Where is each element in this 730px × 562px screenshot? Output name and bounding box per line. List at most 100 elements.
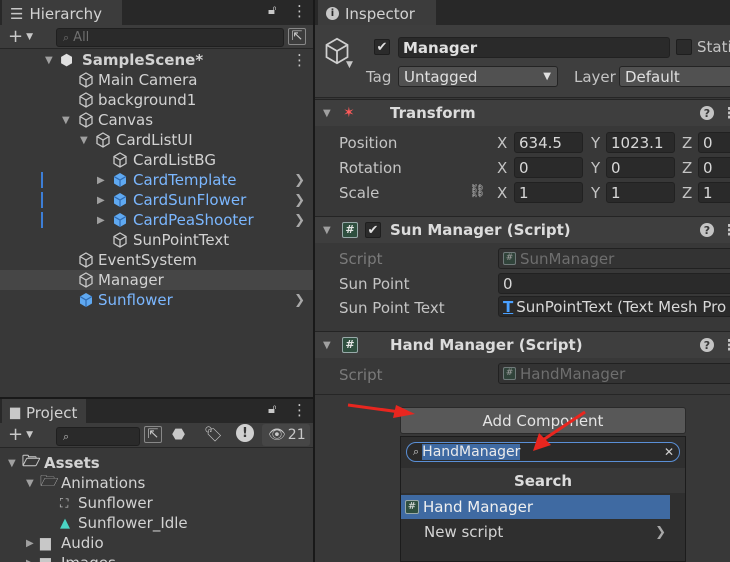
chevron-right-icon[interactable]: ❯ [294,173,305,188]
transform-header[interactable]: ▼ ✶ Transform ? ⋮ [315,99,730,126]
expand-arrow-icon[interactable]: ▼ [26,478,34,489]
rotation-x-field[interactable]: 0 [514,157,583,178]
help-icon[interactable]: ? [700,338,714,352]
layer-label: Layer [574,68,616,86]
scene-row[interactable]: ▼ ⬢ SampleScene* ⋮ [0,50,313,70]
position-z-field[interactable]: 0 [698,132,730,153]
popup-scrollbar[interactable] [671,495,685,561]
label-tag-icon[interactable]: 🏷︎ [204,425,223,443]
script-icon: # [503,367,516,380]
expand-arrow-icon[interactable]: ▼ [323,340,331,351]
help-icon[interactable]: ? [700,106,714,120]
expand-arrow-icon[interactable]: ▼ [8,458,16,469]
project-item[interactable]: ▼ 🗁︎ Animations [0,472,313,493]
hierarchy-item-selected[interactable]: Manager [0,270,313,290]
sun-point-text-field[interactable]: T SunPointText (Text Mesh Pro [498,296,730,317]
help-icon[interactable]: ? [700,223,714,237]
object-name-field[interactable]: Manager [398,37,670,58]
scale-x-field[interactable]: 1 [514,182,583,203]
hierarchy-item-prefab[interactable]: ▶ CardSunFlower ❯ [0,190,313,210]
folder-open-icon: 🗁︎ [22,451,41,470]
expand-arrow-icon[interactable]: ▶ [97,195,105,206]
project-add-button[interactable]: + ▼ [8,424,33,445]
item-label: Audio [61,534,104,552]
project-tab[interactable]: ▆ Project [2,399,86,424]
position-y-field[interactable]: 1023.1 [606,132,675,153]
project-item[interactable]: ▶ ▆ Audio [0,533,313,553]
filter-type-icon[interactable]: ⬣ [172,425,185,443]
clear-icon[interactable]: ✕ [664,445,674,459]
hierarchy-item[interactable]: CardListBG [0,150,313,170]
z-label: Z [682,159,693,177]
component-enabled-checkbox[interactable]: ✔ [365,222,381,238]
annotation-arrow-icon [347,403,415,418]
script-icon: # [342,222,358,238]
expand-arrow-icon[interactable]: ▼ [323,225,331,236]
hierarchy-item[interactable]: ▼ Canvas [0,110,313,130]
position-x-field[interactable]: 634.5 [514,132,583,153]
expand-arrow-icon[interactable]: ▶ [26,538,34,549]
result-label: New script [424,523,504,541]
active-checkbox[interactable]: ✔ [374,39,390,55]
project-item[interactable]: ⛶ Sunflower [0,493,313,513]
scale-z-field[interactable]: 1 [698,182,730,203]
inspector-tab[interactable]: i Inspector [318,0,436,25]
more-menu-icon[interactable]: ⋮ [292,401,307,419]
hierarchy-item[interactable]: SunPointText [0,230,313,250]
scene-visibility-icon[interactable]: ⇱ [288,28,306,45]
component-title: Sun Manager (Script) [390,221,571,239]
hierarchy-search-input[interactable]: ⌕ All [56,28,284,47]
scene-menu-icon[interactable]: ⋮ [292,51,307,69]
layer-dropdown[interactable]: Default [619,66,730,87]
rotation-z-field[interactable]: 0 [698,157,730,178]
expand-arrow-icon[interactable]: ▶ [97,215,105,226]
script-field[interactable]: # SunManager [498,248,730,269]
more-menu-icon[interactable]: ⋮ [292,2,307,20]
hierarchy-item-prefab[interactable]: ▶ CardPeaShooter ❯ [0,210,313,230]
popup-result[interactable]: New script ❯ [401,520,670,544]
lock-icon[interactable]: 🔓︎ [268,402,276,417]
lock-icon[interactable]: 🔓︎ [268,3,276,18]
scale-y-field[interactable]: 1 [606,182,675,203]
popup-result-selected[interactable]: # Hand Manager [401,495,670,519]
hierarchy-item-prefab[interactable]: ▶ CardTemplate ❯ [0,170,313,190]
icon-dropdown-arrow[interactable]: ▼ [346,60,353,70]
script-field[interactable]: # HandManager [498,363,730,384]
hidden-packages-toggle[interactable]: 👁︎ 21 [262,424,310,446]
static-checkbox[interactable] [676,39,692,55]
hierarchy-item[interactable]: background1 [0,90,313,110]
warning-icon[interactable]: ! [236,424,254,442]
settings-icon[interactable]: ⋮ [722,221,730,239]
hierarchy-item-prefab[interactable]: Sunflower ❯ [0,290,313,310]
chevron-right-icon[interactable]: ❯ [294,293,305,308]
item-label: Sunflower [78,494,153,512]
search-by-type-icon[interactable]: ⇱ [144,426,162,443]
hierarchy-item[interactable]: Main Camera [0,70,313,90]
chevron-right-icon[interactable]: ❯ [294,193,305,208]
constrain-proportions-icon[interactable]: ⛓︎ [469,184,486,199]
result-label: Hand Manager [423,498,534,516]
sun-point-field[interactable]: 0 [498,273,730,294]
expand-arrow-icon[interactable]: ▼ [323,108,331,119]
scale-label: Scale [339,184,380,202]
rotation-y-field[interactable]: 0 [606,157,675,178]
project-item[interactable]: ▲ Sunflower_Idle [0,513,313,533]
folder-icon: ▆ [40,555,51,562]
project-search-input[interactable]: ⌕ [56,427,140,446]
settings-icon[interactable]: ⋮ [722,104,730,122]
sun-manager-header[interactable]: ▼ # ✔ Sun Manager (Script) ? ⋮ [315,216,730,243]
settings-icon[interactable]: ⋮ [722,336,730,354]
hierarchy-item[interactable]: ▼ CardListUI [0,130,313,150]
expand-arrow-icon[interactable]: ▼ [80,135,88,146]
tag-dropdown[interactable]: Untagged ▼ [398,66,558,87]
hierarchy-tab[interactable]: ☰ Hierarchy [2,0,122,25]
hand-manager-header[interactable]: ▼ # Hand Manager (Script) ? ⋮ [315,331,730,358]
value: 0 [503,274,513,293]
hierarchy-item[interactable]: EventSystem [0,250,313,270]
expand-arrow-icon[interactable]: ▶ [97,175,105,186]
expand-arrow-icon[interactable]: ▶ [26,558,34,562]
hierarchy-add-button[interactable]: + ▼ [8,26,33,47]
chevron-right-icon[interactable]: ❯ [294,213,305,228]
expand-arrow-icon[interactable]: ▼ [62,115,70,126]
project-item[interactable]: ▶ ▆ Images [0,553,313,562]
